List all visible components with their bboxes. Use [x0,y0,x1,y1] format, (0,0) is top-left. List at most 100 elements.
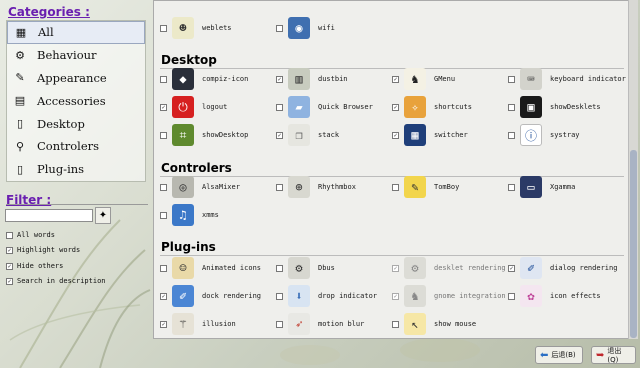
plugin-label: desklet rendering [434,264,506,272]
quit-button[interactable]: ➥ 退出(Q) [591,346,636,364]
checkbox[interactable]: ✓ [160,103,167,111]
plugin-logout[interactable]: ✓ ⏻ logout [160,95,227,119]
checkbox[interactable] [508,183,515,191]
plugin-gmenu[interactable]: ✓ ♞ GMenu [392,67,455,91]
plugin-xgamma[interactable]: ▭ Xgamma [508,175,575,199]
checkbox[interactable] [160,75,167,83]
gnome-foot-icon: ♞ [404,68,426,90]
checkbox[interactable]: ✓ [6,262,13,270]
scrollbar-thumb[interactable] [630,150,637,338]
checkbox[interactable] [392,183,399,191]
category-controlers[interactable]: ⚲ Controlers [7,135,145,158]
checkbox[interactable] [392,320,399,328]
exit-icon: ➥ [596,349,605,361]
plugin-label: keyboard indicator [550,75,626,83]
checkbox[interactable] [276,292,283,300]
checkbox[interactable]: ✓ [392,131,399,139]
plugin-motion-blur[interactable]: ➶ motion blur [276,312,364,336]
checkbox[interactable]: ✓ [392,292,399,300]
category-label: Appearance [37,70,107,85]
clear-filter-button[interactable]: ✦ [95,207,111,224]
plugin-label: icon effects [550,292,601,300]
checkbox[interactable] [276,320,283,328]
checkbox[interactable] [508,292,515,300]
checkbox[interactable] [276,183,283,191]
network-icon: ◉ [288,17,310,39]
checkbox[interactable] [6,231,13,239]
filter-input[interactable] [5,209,93,222]
checkbox[interactable] [276,264,283,272]
checkbox[interactable] [160,264,167,272]
checkbox[interactable] [508,103,515,111]
plugin-dbus[interactable]: ⚙ Dbus [276,256,335,280]
category-accessories[interactable]: ▤ Accessories [7,89,145,112]
option-all-words[interactable]: All words [6,231,55,239]
plugin-dialog-rendering[interactable]: ✓ ✐ dialog rendering [508,256,617,280]
music-player-icon: ⊕ [288,176,310,198]
checkbox[interactable] [160,211,167,219]
plugin-quick-browser[interactable]: ▰ Quick Browser [276,95,373,119]
checkbox[interactable]: ✓ [392,75,399,83]
checkbox[interactable]: ✓ [276,131,283,139]
plugin-icon-effects[interactable]: ✿ icon effects [508,284,601,308]
category-appearance[interactable]: ✎ Appearance [7,67,145,90]
vertical-scrollbar[interactable] [628,0,638,339]
gnome-foot-icon: ♞ [404,285,426,307]
plugin-shortcuts[interactable]: ✓ ✧ shortcuts [392,95,472,119]
plugin-compiz-icon[interactable]: ◆ compiz-icon [160,67,248,91]
rocket-icon: ➶ [288,313,310,335]
plugin-systray[interactable]: ⓘ systray [508,123,580,147]
option-search-description[interactable]: ✓ Search in description [6,277,106,285]
plugin-stack[interactable]: ✓ ❐ stack [276,123,339,147]
trash-icon: ▥ [288,68,310,90]
checkbox[interactable] [508,131,515,139]
plugin-alsamixer[interactable]: ◎ AlsaMixer [160,175,240,199]
plugin-rhythmbox[interactable]: ⊕ Rhythmbox [276,175,356,199]
plugins-panel: ☻ weblets ◉ wifi Desktop ◆ compiz-icon ✓… [153,0,629,339]
checkbox[interactable]: ✓ [508,264,515,272]
category-plugins[interactable]: ▯ Plug-ins [7,158,145,181]
plugin-xmms[interactable]: ♫ xmms [160,203,219,227]
plugin-drop-indicator[interactable]: ⬇ drop indicator [276,284,377,308]
checkbox[interactable]: ✓ [160,320,167,328]
plugin-label: Quick Browser [318,103,373,111]
checkbox[interactable] [276,24,283,32]
checkbox[interactable]: ✓ [392,103,399,111]
plugin-weblets[interactable]: ☻ weblets [160,16,232,40]
plugin-label: dustbin [318,75,348,83]
magnifier-icon: ⚲ [15,139,25,153]
plugin-illusion[interactable]: ✓ ⚚ illusion [160,312,236,336]
plugin-showdesklets[interactable]: ▣ showDesklets [508,95,601,119]
plugin-wifi[interactable]: ◉ wifi [276,16,335,40]
plugin-label: GMenu [434,75,456,83]
speaker-icon: ◎ [172,176,194,198]
checkbox[interactable] [160,183,167,191]
monitor-icon: ▭ [520,176,542,198]
back-button[interactable]: ⬅ 后退(B) [535,346,583,364]
plugin-gnome-integration[interactable]: ✓ ♞ gnome integration [392,284,506,308]
plugin-switcher[interactable]: ✓ ▦ switcher [392,123,468,147]
plugin-show-mouse[interactable]: ↖ show mouse [392,312,476,336]
category-behaviour[interactable]: ⚙ Behaviour [7,44,145,67]
checkbox[interactable] [160,131,167,139]
checkbox[interactable]: ✓ [276,75,283,83]
checkbox[interactable] [276,103,283,111]
checkbox[interactable] [508,75,515,83]
checkbox[interactable]: ✓ [6,277,13,285]
category-desktop[interactable]: ▯ Desktop [7,112,145,135]
option-highlight-words[interactable]: ✓ Highlight words [6,246,80,254]
plugin-label: shortcuts [434,103,472,111]
category-all[interactable]: ▦ All [7,21,145,44]
plugin-dustbin[interactable]: ✓ ▥ dustbin [276,67,348,91]
checkbox[interactable]: ✓ [392,264,399,272]
plugin-showdesktop[interactable]: ⌗ showDesktop [160,123,248,147]
plugin-tomboy[interactable]: ✎ TomBoy [392,175,459,199]
checkbox[interactable]: ✓ [6,246,13,254]
plugin-desklet-rendering[interactable]: ✓ ⚙ desklet rendering [392,256,506,280]
option-hide-others[interactable]: ✓ Hide others [6,262,63,270]
checkbox[interactable]: ✓ [160,292,167,300]
plugin-keyboard-indicator[interactable]: ⌨ keyboard indicator [508,67,626,91]
plugin-dock-rendering[interactable]: ✓ ✐ dock rendering [160,284,261,308]
checkbox[interactable] [160,24,167,32]
plugin-animated-icons[interactable]: ☺ Animated icons [160,256,261,280]
